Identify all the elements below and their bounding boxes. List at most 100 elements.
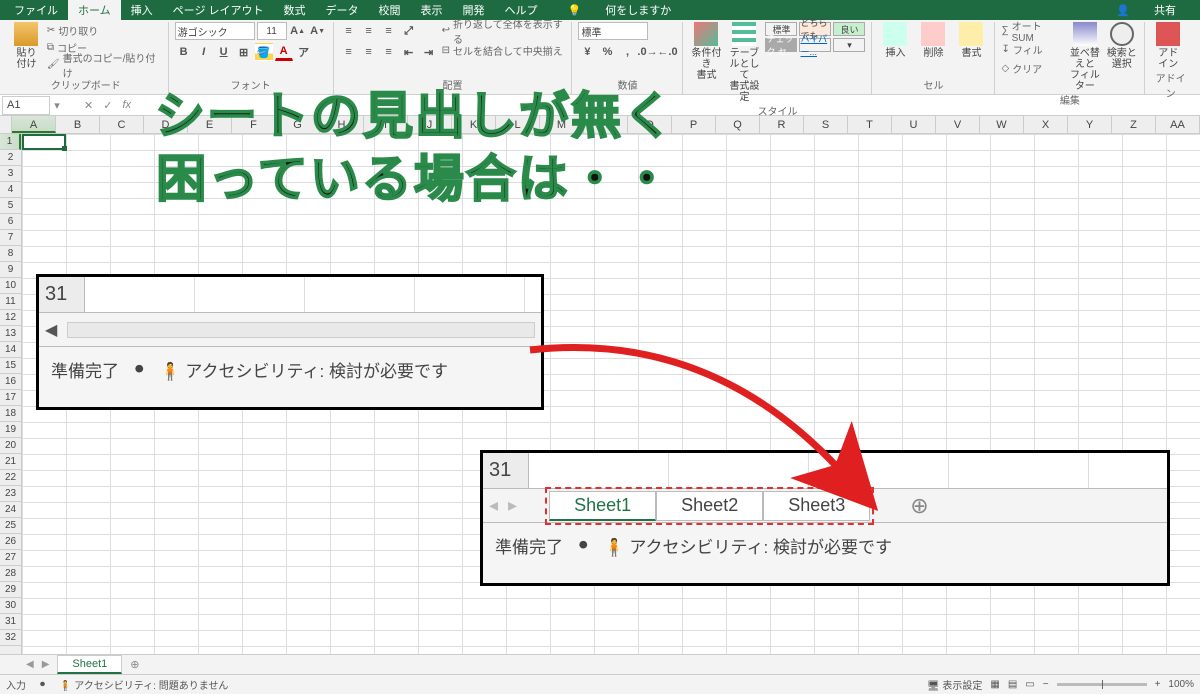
row-header-3[interactable]: 3	[0, 166, 21, 182]
orientation-button[interactable]: ⤢	[400, 22, 418, 40]
style-hyperlink[interactable]: ハイパー...	[799, 38, 831, 52]
col-header-F[interactable]: F	[232, 116, 276, 133]
paste-button[interactable]: 貼り 付け	[10, 22, 43, 70]
row-header-11[interactable]: 11	[0, 294, 21, 310]
row-header-8[interactable]: 8	[0, 246, 21, 262]
align-center-button[interactable]: ≡	[360, 43, 378, 61]
cancel-formula-button[interactable]: ✕	[84, 99, 93, 112]
col-header-C[interactable]: C	[100, 116, 144, 133]
tab-data[interactable]: データ	[316, 0, 369, 21]
row-header-19[interactable]: 19	[0, 422, 21, 438]
new-sheet-button[interactable]: ⊕	[130, 658, 139, 671]
underline-button[interactable]: U	[215, 43, 233, 61]
callout2-sheet3[interactable]: Sheet3	[763, 491, 870, 521]
align-right-button[interactable]: ≡	[380, 43, 398, 61]
bold-button[interactable]: B	[175, 43, 193, 61]
autosum-button[interactable]: ∑オート SUM	[1001, 22, 1064, 39]
increase-decimal-button[interactable]: .0→	[638, 43, 656, 61]
increase-font-button[interactable]: A▲	[289, 22, 307, 40]
col-header-U[interactable]: U	[892, 116, 936, 133]
font-color-button[interactable]: A	[275, 43, 293, 61]
col-header-V[interactable]: V	[936, 116, 980, 133]
tab-insert[interactable]: 挿入	[121, 0, 163, 21]
addins-button[interactable]: アド イン	[1151, 22, 1185, 70]
style-good[interactable]: 良い	[833, 22, 865, 36]
namebox-dropdown[interactable]: ▾	[50, 99, 64, 112]
row-header-2[interactable]: 2	[0, 150, 21, 166]
tab-page-layout[interactable]: ページ レイアウト	[163, 0, 274, 21]
col-header-B[interactable]: B	[56, 116, 100, 133]
col-header-A[interactable]: A	[12, 116, 56, 133]
display-settings-button[interactable]: 🖥 表示設定	[927, 677, 982, 692]
share-button[interactable]: 👤 共有	[1096, 0, 1196, 24]
row-header-13[interactable]: 13	[0, 326, 21, 342]
currency-button[interactable]: ¥	[578, 43, 596, 61]
border-button[interactable]: ⊞	[235, 43, 253, 61]
zoom-in-button[interactable]: +	[1155, 679, 1161, 690]
enter-formula-button[interactable]: ✓	[103, 99, 112, 112]
row-header-9[interactable]: 9	[0, 262, 21, 278]
callout2-sheet1[interactable]: Sheet1	[549, 491, 656, 521]
col-header-O[interactable]: O	[628, 116, 672, 133]
col-header-Z[interactable]: Z	[1112, 116, 1156, 133]
col-header-P[interactable]: P	[672, 116, 716, 133]
callout1-scrollbar[interactable]	[67, 322, 535, 338]
row-header-32[interactable]: 32	[0, 630, 21, 646]
col-header-K[interactable]: K	[452, 116, 496, 133]
clear-button[interactable]: ◇クリア	[1001, 60, 1064, 77]
col-header-E[interactable]: E	[188, 116, 232, 133]
font-name-select[interactable]: 游ゴシック	[175, 22, 255, 40]
row-header-29[interactable]: 29	[0, 582, 21, 598]
status-accessibility[interactable]: 🧍 アクセシビリティ: 問題ありません	[59, 677, 228, 692]
format-painter-button[interactable]: 🖌書式のコピー/貼り付け	[47, 56, 162, 73]
decrease-indent-button[interactable]: ⇤	[400, 43, 418, 61]
callout2-sheet2[interactable]: Sheet2	[656, 491, 763, 521]
row-header-31[interactable]: 31	[0, 614, 21, 630]
row-header-18[interactable]: 18	[0, 406, 21, 422]
view-normal-button[interactable]: ▦	[990, 679, 999, 690]
decrease-decimal-button[interactable]: ←.0	[658, 43, 676, 61]
row-header-16[interactable]: 16	[0, 374, 21, 390]
fill-color-button[interactable]: 🪣	[255, 43, 273, 61]
increase-indent-button[interactable]: ⇥	[420, 43, 438, 61]
find-select-button[interactable]: 検索と 選択	[1105, 22, 1138, 70]
tab-view[interactable]: 表示	[411, 0, 453, 21]
align-left-button[interactable]: ≡	[340, 43, 358, 61]
zoom-slider[interactable]	[1057, 683, 1147, 686]
phonetic-button[interactable]: ア	[295, 43, 313, 61]
row-header-24[interactable]: 24	[0, 502, 21, 518]
row-header-26[interactable]: 26	[0, 534, 21, 550]
sheet-nav-left[interactable]: ◀	[26, 659, 34, 670]
zoom-out-button[interactable]: −	[1043, 679, 1049, 690]
col-header-D[interactable]: D	[144, 116, 188, 133]
callout2-nav-left[interactable]: ◂	[489, 495, 498, 516]
row-header-20[interactable]: 20	[0, 438, 21, 454]
style-check[interactable]: チェック セ...	[765, 38, 797, 52]
col-header-G[interactable]: G	[276, 116, 320, 133]
row-header-30[interactable]: 30	[0, 598, 21, 614]
col-header-J[interactable]: J	[408, 116, 452, 133]
align-top-button[interactable]: ≡	[340, 22, 358, 40]
tab-formulas[interactable]: 数式	[274, 0, 316, 21]
row-header-23[interactable]: 23	[0, 486, 21, 502]
row-header-10[interactable]: 10	[0, 278, 21, 294]
italic-button[interactable]: I	[195, 43, 213, 61]
delete-cells-button[interactable]: 削除	[916, 22, 950, 59]
col-header-Q[interactable]: Q	[716, 116, 760, 133]
percent-button[interactable]: %	[598, 43, 616, 61]
row-header-12[interactable]: 12	[0, 310, 21, 326]
row-header-6[interactable]: 6	[0, 214, 21, 230]
sort-filter-button[interactable]: 並べ替えと フィルター	[1068, 22, 1101, 92]
row-header-28[interactable]: 28	[0, 566, 21, 582]
tab-review[interactable]: 校閲	[369, 0, 411, 21]
number-format-select[interactable]: 標準	[578, 22, 648, 40]
col-header-S[interactable]: S	[804, 116, 848, 133]
callout2-new-sheet[interactable]: ⊕	[910, 493, 928, 519]
row-header-5[interactable]: 5	[0, 198, 21, 214]
callout2-nav-right[interactable]: ▸	[508, 495, 517, 516]
cut-button[interactable]: ✂切り取り	[47, 22, 162, 39]
wrap-text-button[interactable]: ↩折り返して全体を表示する	[442, 22, 566, 39]
col-header-R[interactable]: R	[760, 116, 804, 133]
col-header-X[interactable]: X	[1024, 116, 1068, 133]
row-header-25[interactable]: 25	[0, 518, 21, 534]
